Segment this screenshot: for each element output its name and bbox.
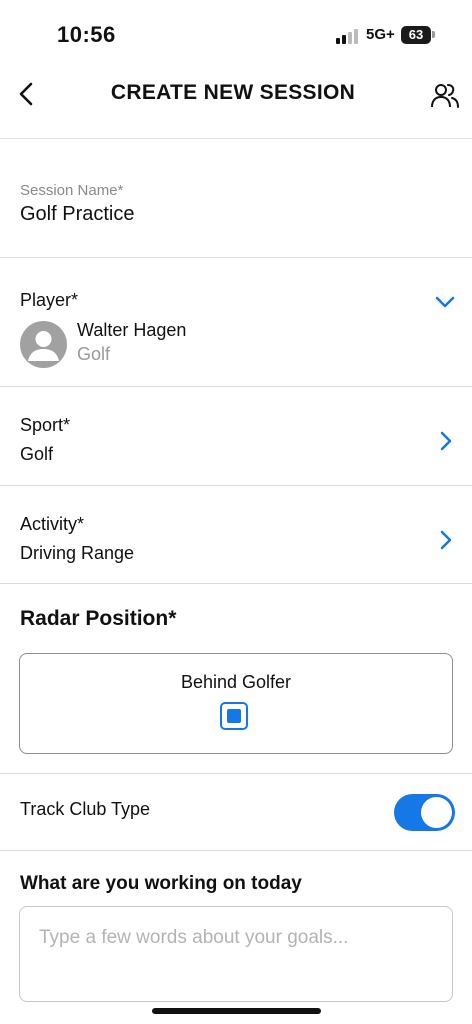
radar-position-title: Radar Position* [20, 607, 177, 630]
radar-option-behind-golfer[interactable]: Behind Golfer [19, 653, 453, 754]
player-selector[interactable]: Player* Walter Hagen Golf [0, 258, 472, 387]
chevron-down-icon[interactable] [435, 294, 455, 310]
battery-icon: 63 [401, 26, 431, 44]
status-time: 10:56 [57, 22, 116, 47]
person-icon [28, 331, 59, 361]
track-club-type-toggle[interactable] [394, 794, 455, 831]
activity-label: Activity* [20, 514, 85, 534]
checkbox-fill [227, 709, 241, 723]
player-name: Walter Hagen [77, 320, 187, 340]
status-bar: 10:56 5G+ 63 [0, 0, 472, 70]
player-label: Player* [20, 290, 79, 310]
avatar [20, 321, 67, 368]
player-sport: Golf [77, 344, 111, 364]
toggle-knob [421, 797, 452, 828]
network-label: 5G+ [366, 26, 395, 43]
goals-title: What are you working on today [20, 873, 302, 894]
activity-value: Driving Range [20, 543, 135, 563]
activity-selector[interactable]: Activity* Driving Range [0, 486, 472, 584]
signal-icon [336, 28, 362, 44]
sport-value: Golf [20, 444, 54, 464]
radar-option-label: Behind Golfer [180, 672, 292, 692]
nav-bar: CREATE NEW SESSION [0, 70, 472, 139]
home-indicator [152, 1008, 321, 1014]
track-club-type-label: Track Club Type [20, 799, 151, 819]
people-icon[interactable] [430, 80, 460, 110]
sport-selector[interactable]: Sport* Golf [0, 387, 472, 486]
track-club-type-row: Track Club Type [0, 774, 472, 851]
sport-label: Sport* [20, 415, 71, 435]
session-name-field[interactable]: Session Name* Golf Practice [0, 139, 472, 258]
radar-option-checkbox[interactable] [220, 702, 248, 730]
session-name-value: Golf Practice [20, 203, 135, 225]
session-name-label: Session Name* [20, 182, 124, 199]
battery-tip [432, 31, 435, 38]
goals-input[interactable] [19, 906, 453, 1002]
page-title: CREATE NEW SESSION [110, 81, 356, 104]
chevron-right-icon[interactable] [438, 431, 454, 451]
chevron-right-icon[interactable] [438, 530, 454, 550]
